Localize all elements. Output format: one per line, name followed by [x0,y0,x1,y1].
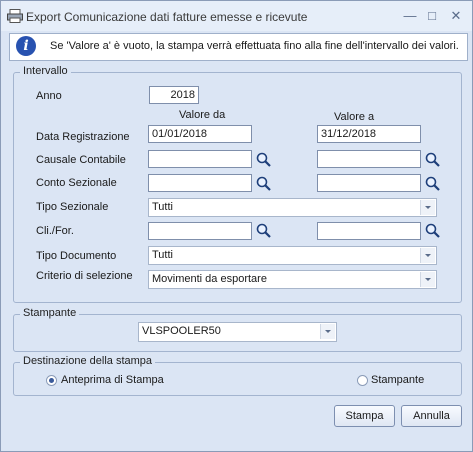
info-message: Se 'Valore a' è vuoto, la stampa verrà e… [50,40,459,52]
clifor-a-search-icon[interactable] [425,223,441,239]
anno-label: Anno [36,90,62,102]
export-dialog: Export Comunicazione dati fatture emesse… [0,0,473,452]
tipo-documento-label: Tipo Documento [36,250,117,262]
conto-da-input[interactable] [148,174,252,192]
printer-icon [7,9,23,23]
conto-da-search-icon[interactable] [256,176,272,192]
clifor-label: Cli./For. [36,225,74,237]
data-registrazione-a-input[interactable]: 31/12/2018 [317,125,421,143]
intervallo-group-label: Intervallo [20,65,71,77]
criterio-selezione-select[interactable]: Movimenti da esportare [148,270,437,289]
stampante-radio[interactable] [357,375,368,386]
data-registrazione-label: Data Registrazione [36,131,130,143]
window-title: Export Comunicazione dati fatture emesse… [26,10,308,24]
conto-a-input[interactable] [317,174,421,192]
criterio-selezione-value: Movimenti da esportare [152,273,267,285]
causale-da-input[interactable] [148,150,252,168]
maximize-button[interactable]: □ [421,7,443,25]
anno-input[interactable]: 2018 [149,86,199,104]
clifor-da-input[interactable] [148,222,252,240]
criterio-selezione-label: Criterio di selezione [36,270,133,282]
tipo-sezionale-value: Tutti [152,201,173,213]
causale-da-search-icon[interactable] [256,152,272,168]
tipo-sezionale-label: Tipo Sezionale [36,201,109,213]
anteprima-radio[interactable] [46,375,57,386]
stampa-button[interactable]: Stampa [334,405,395,427]
chevron-down-icon[interactable] [420,248,435,263]
chevron-down-icon[interactable] [420,272,435,287]
stampante-value: VLSPOOLER50 [142,325,221,337]
info-banner: i Se 'Valore a' è vuoto, la stampa verrà… [9,33,468,61]
chevron-down-icon[interactable] [320,324,335,339]
destinazione-group-label: Destinazione della stampa [20,355,156,367]
causale-a-search-icon[interactable] [425,152,441,168]
close-button[interactable]: ✕ [445,7,467,25]
clifor-da-search-icon[interactable] [256,223,272,239]
title-bar: Export Comunicazione dati fatture emesse… [1,1,472,31]
valore-a-header: Valore a [334,111,375,123]
causale-a-input[interactable] [317,150,421,168]
tipo-documento-select[interactable]: Tutti [148,246,437,265]
tipo-sezionale-select[interactable]: Tutti [148,198,437,217]
causale-contabile-label: Causale Contabile [36,154,126,166]
data-registrazione-da-input[interactable]: 01/01/2018 [148,125,252,143]
tipo-documento-value: Tutti [152,249,173,261]
clifor-a-input[interactable] [317,222,421,240]
stampante-radio-label[interactable]: Stampante [371,374,424,386]
valore-da-header: Valore da [179,109,226,121]
info-icon: i [16,36,36,56]
minimize-button[interactable]: — [399,7,421,25]
stampante-group-label: Stampante [20,307,80,319]
conto-a-search-icon[interactable] [425,176,441,192]
stampante-select[interactable]: VLSPOOLER50 [138,322,337,342]
chevron-down-icon[interactable] [420,200,435,215]
anteprima-label[interactable]: Anteprima di Stampa [61,374,164,386]
conto-sezionale-label: Conto Sezionale [36,177,117,189]
annulla-button[interactable]: Annulla [401,405,462,427]
